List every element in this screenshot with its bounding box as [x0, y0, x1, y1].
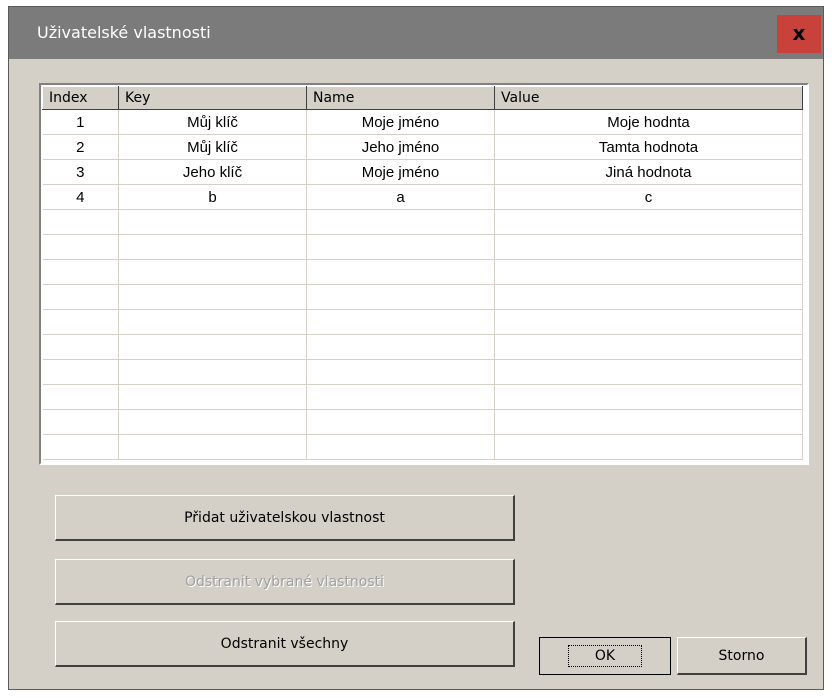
table-row[interactable] [42, 359, 803, 385]
name-cell[interactable] [306, 234, 495, 260]
value-cell[interactable] [494, 359, 803, 385]
table-row[interactable] [42, 334, 803, 360]
add-property-button[interactable]: Přidat uživatelskou vlastnost [55, 495, 515, 541]
index-cell[interactable] [42, 384, 119, 410]
column-header-key[interactable]: Key [118, 86, 307, 110]
table-row[interactable]: 1 Můj klíč Moje jméno Moje hodnta [42, 109, 803, 135]
close-icon: x [792, 21, 806, 45]
index-cell[interactable] [42, 209, 119, 235]
title-bar[interactable]: Uživatelské vlastnosti x [9, 7, 823, 59]
cancel-label: Storno [718, 647, 765, 664]
value-cell[interactable] [494, 334, 803, 360]
properties-table: Index Key Name Value 1 Můj klíč Moje jméno… [42, 86, 803, 460]
remove-all-button[interactable]: Odstranit všechny [55, 621, 515, 667]
user-properties-dialog: Uživatelské vlastnosti x Index Key Name [8, 6, 824, 690]
key-cell[interactable] [118, 359, 307, 385]
column-header-name[interactable]: Name [306, 86, 495, 110]
index-cell[interactable] [42, 334, 119, 360]
properties-grid[interactable]: Index Key Name Value 1 Můj klíč Moje jméno… [39, 83, 809, 465]
ok-label: OK [567, 645, 643, 667]
value-cell[interactable]: c [494, 184, 803, 210]
value-cell[interactable] [494, 284, 803, 310]
column-header-value[interactable]: Value [494, 86, 803, 110]
value-cell[interactable] [494, 259, 803, 285]
table-row[interactable] [42, 234, 803, 260]
value-cell[interactable] [494, 209, 803, 235]
key-cell[interactable] [118, 384, 307, 410]
key-cell[interactable] [118, 334, 307, 360]
table-row[interactable]: 3 Jeho klíč Moje jméno Jiná hodnota [42, 159, 803, 185]
key-cell[interactable]: Můj klíč [118, 134, 307, 160]
key-cell[interactable]: Jeho klíč [118, 159, 307, 185]
remove-selected-label: Odstranit vybrané vlastnosti [184, 573, 385, 590]
add-property-label: Přidat uživatelskou vlastnost [184, 509, 385, 526]
index-cell[interactable] [42, 434, 119, 460]
dialog-title: Uživatelské vlastnosti [37, 23, 211, 42]
index-cell[interactable]: 3 [42, 159, 119, 185]
table-row[interactable] [42, 259, 803, 285]
key-cell[interactable] [118, 409, 307, 435]
key-cell[interactable] [118, 284, 307, 310]
column-header-index[interactable]: Index [42, 86, 119, 110]
remove-selected-button[interactable]: Odstranit vybrané vlastnosti [55, 559, 515, 605]
table-row[interactable] [42, 209, 803, 235]
remove-all-label: Odstranit všechny [220, 635, 349, 652]
cancel-button[interactable]: Storno [677, 637, 807, 675]
value-cell[interactable] [494, 309, 803, 335]
dialog-body: Index Key Name Value 1 Můj klíč Moje jméno… [9, 59, 823, 689]
index-cell[interactable] [42, 284, 119, 310]
name-cell[interactable] [306, 209, 495, 235]
ok-button[interactable]: OK [539, 637, 671, 675]
index-cell[interactable] [42, 359, 119, 385]
table-row[interactable]: 2 Můj klíč Jeho jméno Tamta hodnota [42, 134, 803, 160]
name-cell[interactable]: Jeho jméno [306, 134, 495, 160]
index-cell[interactable] [42, 259, 119, 285]
value-cell[interactable]: Jiná hodnota [494, 159, 803, 185]
table-row[interactable] [42, 309, 803, 335]
name-cell[interactable] [306, 309, 495, 335]
key-cell[interactable]: b [118, 184, 307, 210]
table-row[interactable] [42, 284, 803, 310]
index-cell[interactable] [42, 309, 119, 335]
value-cell[interactable] [494, 234, 803, 260]
name-cell[interactable]: Moje jméno [306, 159, 495, 185]
name-cell[interactable] [306, 384, 495, 410]
index-cell[interactable]: 2 [42, 134, 119, 160]
close-button[interactable]: x [777, 15, 821, 53]
value-cell[interactable] [494, 409, 803, 435]
table-row[interactable]: 4bac [42, 184, 803, 210]
name-cell[interactable] [306, 334, 495, 360]
name-cell[interactable] [306, 259, 495, 285]
table-header-row: Index Key Name Value [42, 86, 803, 110]
key-cell[interactable]: Můj klíč [118, 109, 307, 135]
key-cell[interactable] [118, 209, 307, 235]
table-row[interactable] [42, 384, 803, 410]
value-cell[interactable]: Moje hodnta [494, 109, 803, 135]
index-cell[interactable] [42, 234, 119, 260]
name-cell[interactable]: Moje jméno [306, 109, 495, 135]
index-cell[interactable] [42, 409, 119, 435]
name-cell[interactable] [306, 409, 495, 435]
key-cell[interactable] [118, 234, 307, 260]
table-row[interactable] [42, 434, 803, 460]
table-row[interactable] [42, 409, 803, 435]
key-cell[interactable] [118, 259, 307, 285]
name-cell[interactable]: a [306, 184, 495, 210]
value-cell[interactable] [494, 434, 803, 460]
key-cell[interactable] [118, 309, 307, 335]
key-cell[interactable] [118, 434, 307, 460]
index-cell[interactable]: 4 [42, 184, 119, 210]
value-cell[interactable]: Tamta hodnota [494, 134, 803, 160]
name-cell[interactable] [306, 359, 495, 385]
name-cell[interactable] [306, 284, 495, 310]
index-cell[interactable]: 1 [42, 109, 119, 135]
value-cell[interactable] [494, 384, 803, 410]
name-cell[interactable] [306, 434, 495, 460]
